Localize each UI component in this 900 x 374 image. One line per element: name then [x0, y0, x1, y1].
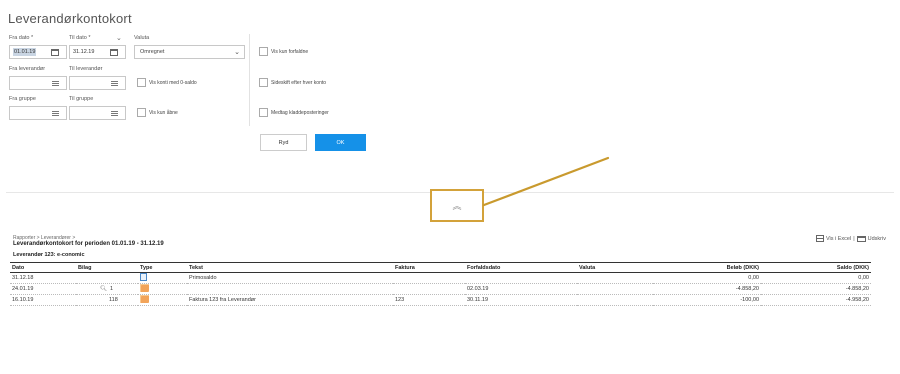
annotation-arrow — [482, 156, 610, 207]
report-table: Dato Bilag Type Tekst Faktura Forfaldsda… — [10, 262, 871, 306]
cell-dato: 31.12.18 — [10, 272, 76, 284]
cell-valuta — [577, 283, 653, 295]
cell-dato: 16.10.19 — [10, 294, 76, 306]
table-header-row: Dato Bilag Type Tekst Faktura Forfaldsda… — [10, 262, 871, 273]
cell-valuta — [577, 272, 653, 284]
report-title: Leverandørkontokort for perioden 01.01.1… — [13, 241, 164, 247]
bilag-link[interactable]: 118 — [109, 297, 118, 303]
magnifier-icon[interactable]: 🔍︎ — [100, 286, 107, 292]
cell-saldo: -4.958,20 — [761, 294, 871, 306]
vis-i-excel-link[interactable]: Vis i Excel — [826, 236, 851, 242]
cell-faktura — [393, 283, 465, 295]
cell-belob: -4.858,20 — [653, 283, 761, 295]
cell-forfald: 02.03.19 — [465, 283, 577, 295]
cell-type — [138, 272, 187, 284]
cell-belob: -100,00 — [653, 294, 761, 306]
cell-faktura: 123 — [393, 294, 465, 306]
column-header-dato: Dato — [10, 262, 76, 273]
column-header-tekst: Tekst — [187, 262, 393, 273]
group-title: Leverandør 123: e-conomic — [13, 252, 85, 258]
cell-saldo: 0,00 — [761, 272, 871, 284]
table-row: 16.10.19 118 Faktura 123 fra Leverandør … — [10, 294, 871, 306]
document-icon[interactable] — [140, 273, 147, 281]
cell-faktura — [393, 272, 465, 284]
column-header-belob: Beløb (DKK) — [653, 262, 761, 273]
cell-type — [138, 294, 187, 306]
printer-icon[interactable] — [856, 235, 866, 242]
cell-type — [138, 283, 187, 295]
report-actions: Vis i Excel | Udskriv — [815, 235, 886, 242]
cell-forfald: 30.11.19 — [465, 294, 577, 306]
invoice-icon[interactable] — [140, 284, 149, 292]
udskriv-link[interactable]: Udskriv — [868, 236, 886, 242]
cell-belob: 0,00 — [653, 272, 761, 284]
cell-tekst: Faktura 123 fra Leverandør — [187, 294, 393, 306]
link-separator: | — [853, 235, 855, 242]
cell-bilag: 🔍︎ 1 — [76, 283, 138, 295]
column-header-forfaldsdato: Forfaldsdato — [465, 262, 577, 273]
excel-icon[interactable] — [815, 235, 824, 242]
cell-tekst — [187, 283, 393, 295]
column-header-faktura: Faktura — [393, 262, 465, 273]
cell-saldo: -4.858,20 — [761, 283, 871, 295]
cell-bilag — [76, 272, 138, 284]
table-row: 24.01.19 🔍︎ 1 02.03.19 -4.858,20 -4.858,2… — [10, 283, 871, 295]
column-header-type: Type — [138, 262, 187, 273]
cell-forfald — [465, 272, 577, 284]
column-header-saldo: Saldo (DKK) — [761, 262, 871, 273]
cell-bilag: 118 — [76, 294, 138, 306]
bilag-link[interactable]: 1 — [110, 286, 113, 292]
invoice-icon[interactable] — [140, 295, 149, 303]
column-header-valuta: Valuta — [577, 262, 653, 273]
table-row: 31.12.18 Primosaldo 0,00 0,00 — [10, 272, 871, 284]
cell-dato: 24.01.19 — [10, 283, 76, 295]
cell-valuta — [577, 294, 653, 306]
cell-tekst: Primosaldo — [187, 272, 393, 284]
column-header-bilag: Bilag — [76, 262, 138, 273]
